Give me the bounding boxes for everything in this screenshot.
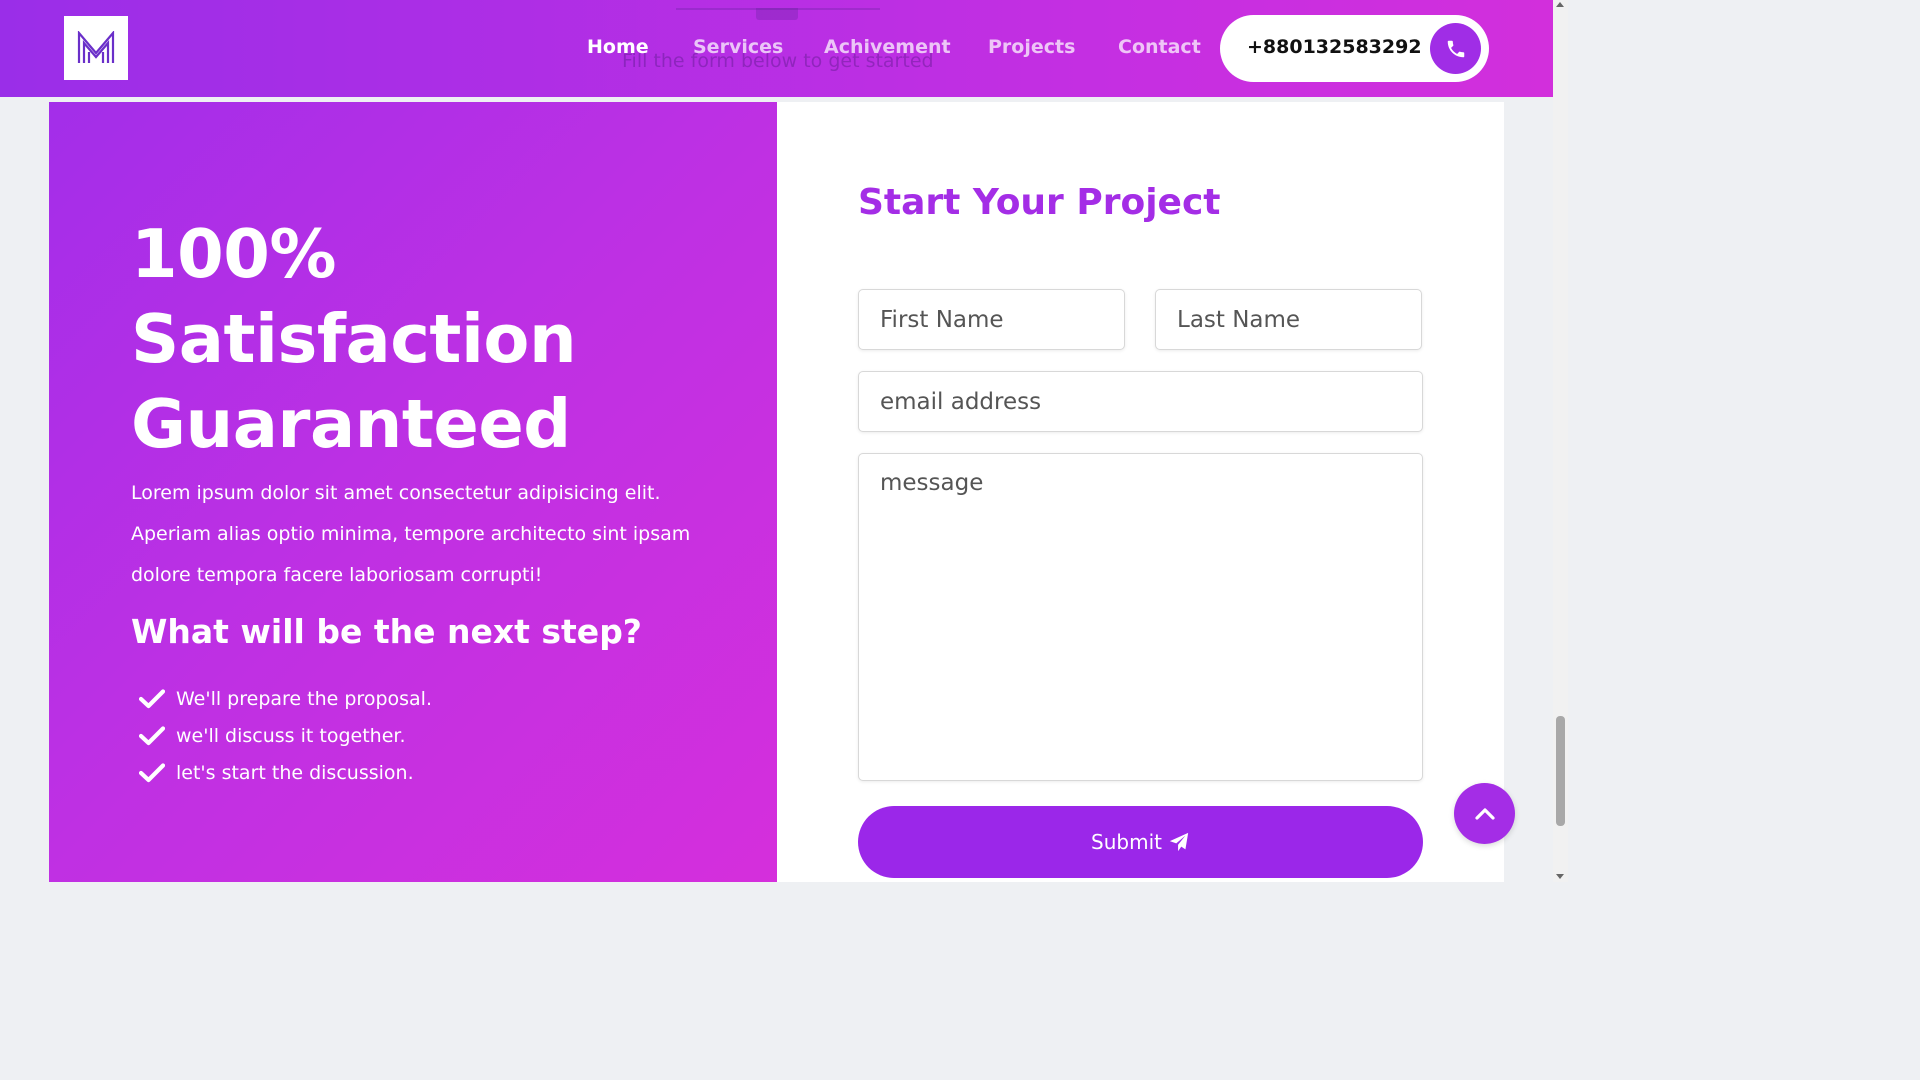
check-icon [139,762,165,782]
form-title: Start Your Project [858,182,1221,223]
phone-number[interactable]: +880132583292 [1247,36,1422,58]
satisfaction-panel: 100% Satisfaction Guaranteed Lorem ipsum… [49,102,777,882]
nav-projects[interactable]: Projects [988,36,1075,58]
submit-label: Submit [1091,830,1162,854]
logo[interactable] [64,16,128,80]
scrollbar-thumb[interactable] [1556,716,1565,826]
background-section-subtitle: Fill the form below to get started [622,50,934,72]
logo-m-icon [77,31,115,63]
paper-plane-icon [1169,832,1189,852]
scroll-to-top-button[interactable] [1454,783,1515,844]
check-icon [139,688,165,708]
scroll-up-arrow-icon[interactable] [1556,2,1564,7]
steps-list: We'll prepare the proposal. we'll discus… [139,680,432,791]
step-text: we'll discuss it together. [176,724,406,747]
last-name-field[interactable] [1155,289,1422,350]
list-item: We'll prepare the proposal. [139,680,432,717]
phone-button[interactable] [1430,23,1481,74]
page-scrollbar[interactable] [1553,0,1568,882]
chevron-up-icon [1474,807,1495,820]
submit-button[interactable]: Submit [858,806,1423,878]
scroll-down-arrow-icon[interactable] [1556,874,1564,879]
first-name-field[interactable] [858,289,1125,350]
step-text: let's start the discussion. [176,761,414,784]
phone-contact[interactable]: +880132583292 [1220,15,1489,82]
step-text: We'll prepare the proposal. [176,687,432,710]
message-field[interactable] [858,453,1423,781]
hero-title: 100% Satisfaction Guaranteed [131,212,691,467]
project-form-panel: Start Your Project Submit [777,102,1504,882]
hero-title-line2: Satisfaction [131,300,577,378]
email-field[interactable] [858,371,1423,432]
hero-description: Lorem ipsum dolor sit amet consectetur a… [131,482,691,586]
next-step-title: What will be the next step? [131,612,642,651]
hero-title-line1: 100% [131,215,337,293]
phone-icon [1447,40,1464,57]
list-item: let's start the discussion. [139,754,432,791]
check-icon [139,725,165,745]
nav-contact[interactable]: Contact [1118,36,1201,58]
background-divider-accent [756,8,798,20]
list-item: we'll discuss it together. [139,717,432,754]
hero-title-line3: Guaranteed [131,385,571,463]
